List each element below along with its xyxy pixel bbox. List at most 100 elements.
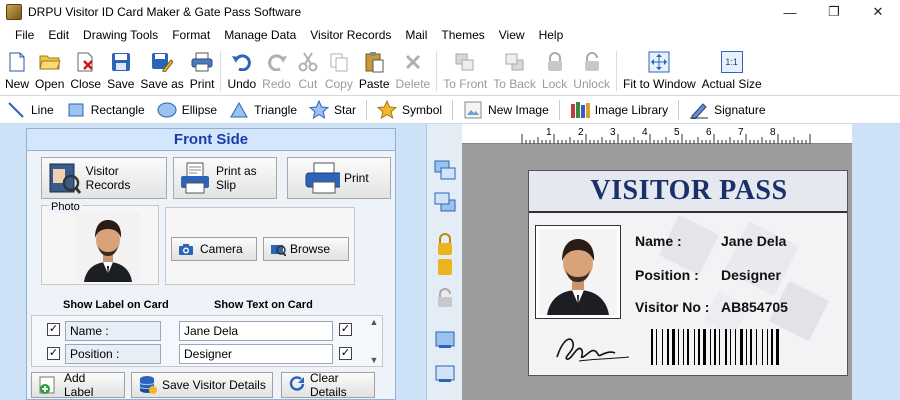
text-field[interactable]: Designer [179,344,333,364]
label-checkbox[interactable]: ✓ [47,323,60,336]
signature-tool[interactable]: Signature [683,96,771,124]
to-front-button[interactable]: To Front [440,46,490,94]
menu-bar: File Edit Drawing Tools Format Manage Da… [0,24,900,46]
barcode-bar [703,329,706,365]
barcode-bar [678,329,679,365]
cut-button[interactable]: Cut [294,46,322,94]
group-icon[interactable] [433,328,457,352]
maximize-icon[interactable]: ❐ [812,0,856,24]
copy-button[interactable]: Copy [322,46,356,94]
card-visitor-no-value: AB854705 [721,299,788,315]
redo-button[interactable]: Redo [259,46,294,94]
delete-button[interactable]: Delete [393,46,434,94]
symbol-tool[interactable]: Symbol [371,96,448,124]
id-card[interactable]: VISITOR PASS Name : Jane Dela Position :… [528,170,848,376]
close-button[interactable]: Close [67,46,104,94]
star-tool[interactable]: Star [303,96,362,124]
window-controls: — ❐ ✕ [768,0,900,24]
menu-edit[interactable]: Edit [41,24,76,46]
text-checkbox[interactable]: ✓ [339,347,352,360]
drawbar-separator [558,99,560,120]
menu-mail[interactable]: Mail [398,24,434,46]
panel-print-button[interactable]: Print [287,157,391,199]
to-back-button[interactable]: To Back [490,46,539,94]
barcode-bar [730,329,731,365]
fields-scrollbar[interactable]: ▲ ▼ [367,317,381,365]
print-button[interactable]: Print [187,46,218,94]
menu-format[interactable]: Format [165,24,217,46]
undo-button[interactable]: Undo [224,46,259,94]
send-backward-icon[interactable] [433,190,457,214]
actual-size-button[interactable]: 1:1 Actual Size [699,46,765,94]
copy-icon [328,51,350,73]
left-panel-background: Front Side Visitor Records Print as Slip… [0,124,396,400]
ungroup-icon[interactable] [433,362,457,386]
toolbar-separator [615,51,617,91]
star-icon [309,99,330,120]
text-checkbox[interactable]: ✓ [339,323,352,336]
camera-button[interactable]: Camera [171,237,257,261]
bring-forward-icon[interactable] [433,158,457,182]
card-title: VISITOR PASS [529,171,847,213]
ruler-label: 5 [674,127,680,138]
label-checkbox[interactable]: ✓ [47,347,60,360]
right-margin-area [852,124,900,400]
barcode-bar [656,329,657,365]
window-title: DRPU Visitor ID Card Maker & Gate Pass S… [28,5,302,19]
menu-drawing-tools[interactable]: Drawing Tools [76,24,165,46]
fit-to-window-button[interactable]: Fit to Window [620,46,699,94]
new-file-icon [6,51,28,73]
barcode-bar [756,329,757,365]
unlock-object-icon[interactable] [433,286,457,310]
text-field[interactable]: Jane Dela [179,321,333,341]
minimize-icon[interactable]: — [768,0,812,24]
new-button[interactable]: New [2,46,32,94]
triangle-tool[interactable]: Triangle [223,96,303,124]
barcode-bar [746,329,747,365]
show-text-header: Show Text on Card [214,299,313,311]
lock-icon [544,51,566,73]
save-as-button[interactable]: Save as [137,46,186,94]
unlock-button[interactable]: Unlock [570,46,613,94]
add-label-button[interactable]: Add Label [31,371,125,399]
ruler-label: 7 [738,127,744,138]
ruler-label: 4 [642,127,648,138]
new-image-tool[interactable]: New Image [457,96,555,124]
lock-object-icon[interactable] [433,232,457,278]
save-button[interactable]: Save [104,46,137,94]
visitor-records-button[interactable]: Visitor Records [41,157,167,199]
menu-visitor-records[interactable]: Visitor Records [303,24,398,46]
toolbar-separator [220,51,222,91]
card-photo [535,225,621,319]
browse-button[interactable]: Browse [263,237,349,261]
lock-button[interactable]: Lock [539,46,570,94]
horizontal-ruler: 1 2 3 4 5 6 7 8 [462,124,852,144]
ellipse-tool[interactable]: Ellipse [151,96,223,124]
menu-themes[interactable]: Themes [434,24,491,46]
paste-button[interactable]: Paste [356,46,393,94]
menu-help[interactable]: Help [532,24,571,46]
label-field[interactable]: Name : [65,321,161,341]
menu-file[interactable]: File [8,24,41,46]
label-field[interactable]: Position : [65,344,161,364]
print-as-slip-button[interactable]: Print as Slip [173,157,277,199]
panel-printer-icon [304,160,340,196]
browse-icon [270,242,286,256]
menu-view[interactable]: View [492,24,532,46]
object-tools-column [426,124,462,400]
rectangle-tool[interactable]: Rectangle [60,96,151,124]
barcode-bar [667,329,669,365]
close-file-icon [75,51,97,73]
barcode-bar [698,329,700,365]
camera-icon [178,243,194,256]
menu-manage-data[interactable]: Manage Data [217,24,303,46]
add-label-icon [38,375,58,395]
line-tool[interactable]: Line [0,96,60,124]
image-library-tool[interactable]: Image Library [564,96,674,124]
scroll-down-icon[interactable]: ▼ [370,355,379,365]
clear-details-button[interactable]: Clear Details [281,371,375,399]
open-button[interactable]: Open [32,46,67,94]
save-visitor-details-button[interactable]: Save Visitor Details [131,372,273,398]
scroll-up-icon[interactable]: ▲ [370,317,379,327]
close-window-icon[interactable]: ✕ [856,0,900,24]
